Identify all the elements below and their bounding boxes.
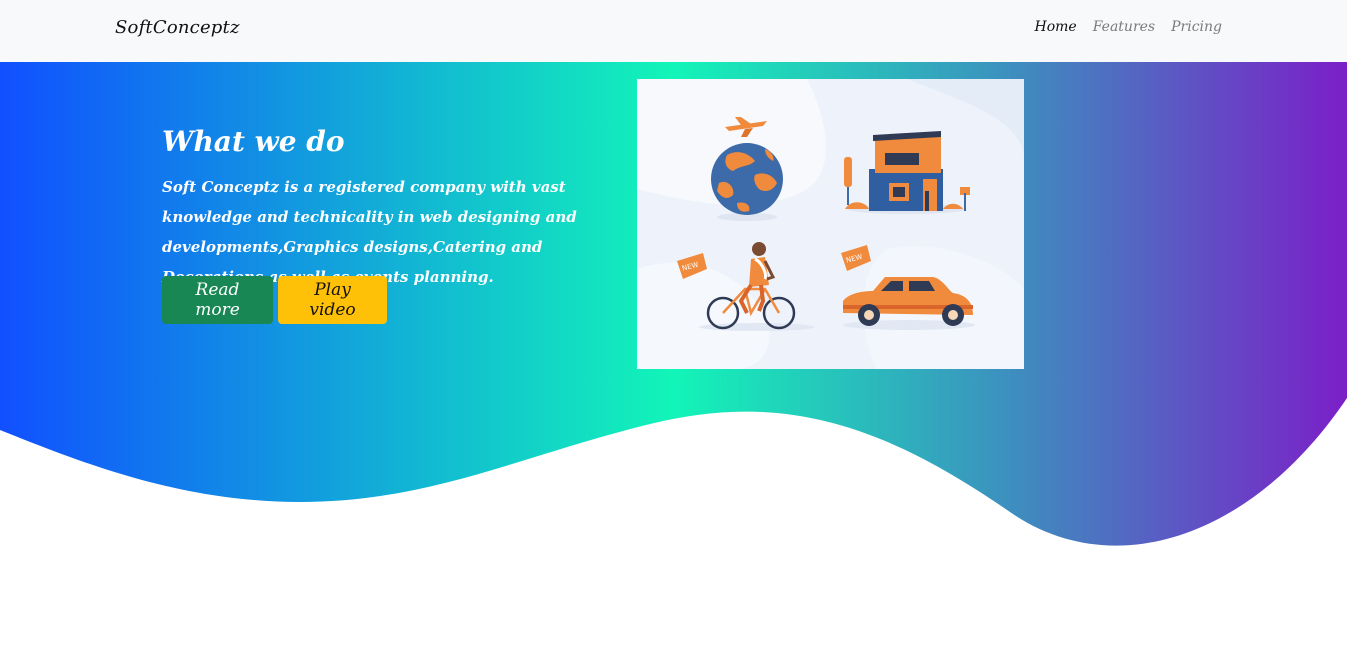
nav-link-features[interactable]: Features [1093, 19, 1155, 35]
nav-links: Home Features Pricing [1035, 19, 1222, 35]
hero-text-block: What we do Soft Conceptz is a registered… [162, 124, 622, 292]
play-video-button[interactable]: Play video [278, 276, 387, 324]
hero-section: What we do Soft Conceptz is a registered… [0, 62, 1347, 562]
brand-logo[interactable]: SoftConceptz [115, 17, 240, 38]
nav-link-pricing[interactable]: Pricing [1171, 19, 1222, 35]
read-more-button[interactable]: Read more [162, 276, 273, 324]
hero-buttons: Read more Play video [162, 276, 387, 324]
navbar: SoftConceptz Home Features Pricing [0, 0, 1347, 62]
nav-link-home[interactable]: Home [1035, 19, 1077, 35]
hero-description: Soft Conceptz is a registered company wi… [162, 178, 577, 286]
hero-title: What we do [162, 125, 345, 158]
hero-illustration: NEW NEW [637, 79, 1024, 369]
